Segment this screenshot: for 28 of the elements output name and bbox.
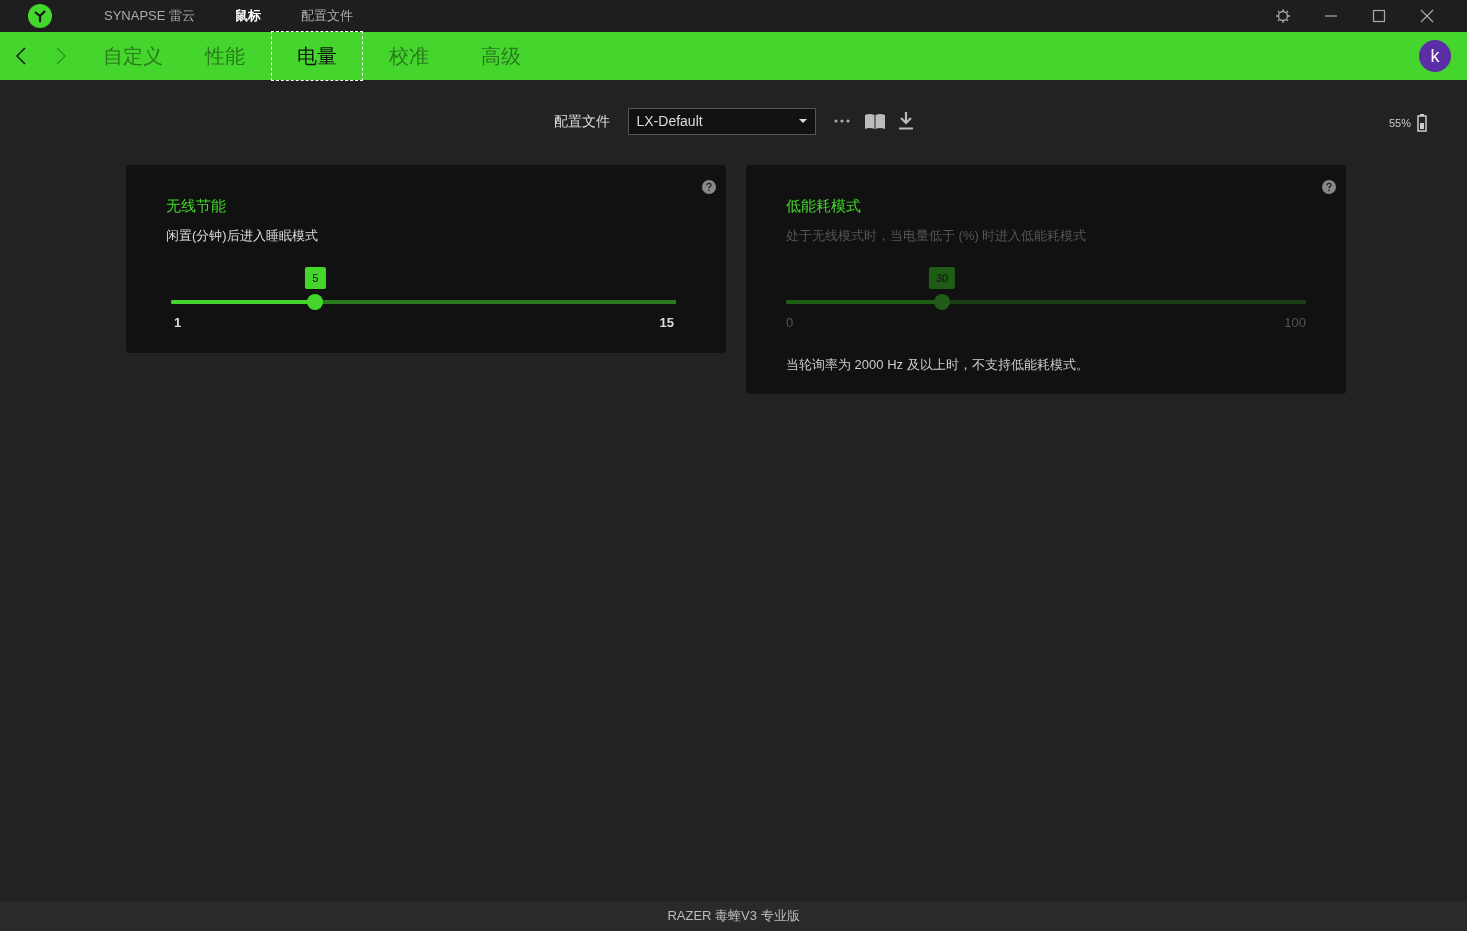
- battery-icon: [1417, 114, 1427, 132]
- slider-value: 30: [928, 267, 956, 289]
- user-avatar[interactable]: k: [1419, 40, 1451, 72]
- help-icon[interactable]: [702, 180, 716, 194]
- card-description: 闲置(分钟)后进入睡眠模式: [166, 226, 319, 245]
- card-title: 低能耗模式: [786, 196, 862, 216]
- slider-thumb[interactable]: [307, 294, 324, 310]
- slider-min: 0: [786, 314, 794, 332]
- profile-dropdown[interactable]: LX-Default: [627, 107, 816, 135]
- card-note: 当轮询率为 2000 Hz 及以上时，不支持低能耗模式。: [786, 355, 1090, 374]
- profile-label: 配置文件: [553, 111, 610, 131]
- top-tab[interactable]: 配置文件: [301, 6, 354, 26]
- slider-max: 100: [1284, 314, 1306, 332]
- device-name: RAZER 毒蝰V3 专业版: [0, 901, 1467, 931]
- caret-icon: [798, 118, 807, 124]
- card-description: 处于无线模式时，当电量低于 (%) 时进入低能耗模式: [786, 226, 1088, 245]
- nav-tab[interactable]: 电量: [271, 31, 363, 81]
- download-icon[interactable]: [897, 112, 914, 130]
- top-tab[interactable]: SYNAPSE 雷云: [104, 6, 196, 26]
- book-icon[interactable]: [864, 113, 885, 129]
- logo-icon: [28, 4, 52, 28]
- slider-min: 1: [174, 314, 182, 332]
- slider-value: 5: [305, 267, 326, 289]
- top-tab[interactable]: 鼠标: [235, 6, 262, 26]
- card-title: 无线节能: [166, 196, 227, 216]
- more-icon[interactable]: [833, 119, 850, 123]
- battery-reading: 55%: [1388, 115, 1411, 131]
- slider-max: 15: [659, 314, 674, 332]
